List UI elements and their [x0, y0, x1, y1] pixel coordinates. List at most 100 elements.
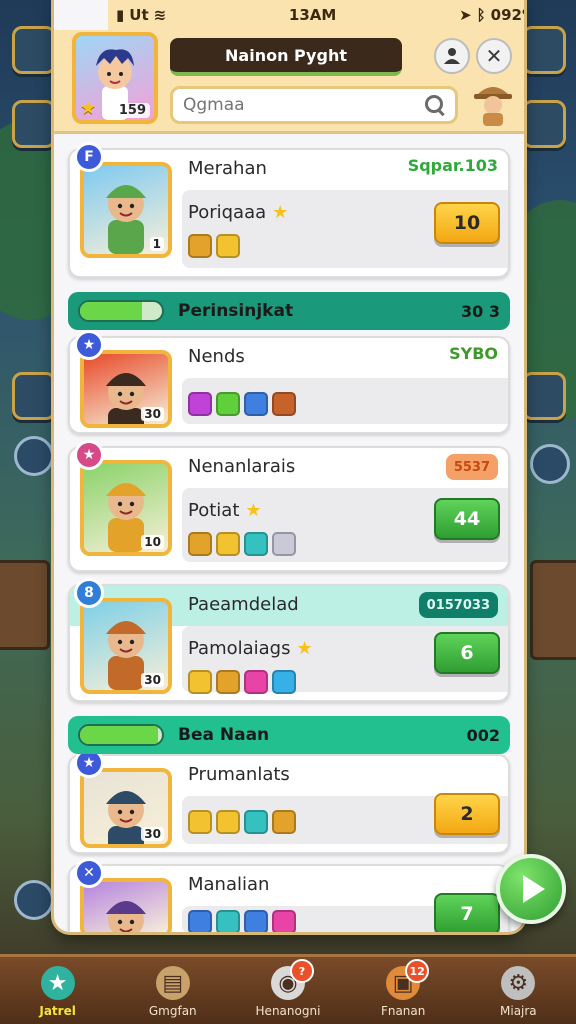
player-card[interactable]: 30 ★ Nends SYBO — [68, 330, 510, 434]
gem-item-icon — [216, 392, 240, 416]
player-subtitle: Pamolaiags ★ — [188, 638, 313, 659]
score-tag: Sqpar.103 — [407, 156, 498, 175]
character-level: 30 — [141, 827, 164, 841]
reward-button[interactable]: 44 — [434, 498, 500, 540]
player-name: Nends — [188, 346, 245, 367]
score-tag: SYBO — [449, 344, 498, 363]
gem-item-icon — [272, 532, 296, 556]
nav-item-gear[interactable]: ⚙ Miajra — [468, 957, 568, 1024]
nav-label: Fnanan — [380, 1004, 426, 1018]
star-icon: ★ — [40, 966, 75, 1000]
gem-item-icon — [272, 910, 296, 932]
nav-item-scroll[interactable]: ▤ Gmgfan — [123, 957, 223, 1024]
nav-label: Henanogni — [255, 1004, 321, 1018]
gem-item-icon — [188, 234, 212, 258]
player-subtitle: Poriqaaa ★ — [188, 202, 288, 223]
star-icon: ★ — [296, 638, 313, 659]
rank-badge: ✕ — [74, 858, 104, 888]
gem-item-icon — [216, 532, 240, 556]
gem-item-icon — [216, 910, 240, 932]
signal-icon: ▮ — [116, 6, 125, 24]
reward-button[interactable]: 2 — [434, 793, 500, 835]
rank-badge: F — [74, 142, 104, 172]
gem-item-icon — [272, 670, 296, 694]
character-level: 30 — [141, 673, 164, 687]
item-row — [188, 234, 240, 258]
character-level: 10 — [141, 535, 164, 549]
rank-badge: ★ — [74, 440, 104, 470]
reward-button[interactable]: 6 — [434, 632, 500, 674]
item-row — [188, 810, 296, 834]
nav-label: Gmgfan — [148, 1004, 197, 1018]
panel-header: ★ 159 Nainon Pyght ✕ — [54, 30, 524, 134]
bottom-nav: ★ Jatrel ▤ Gmgfan ◉ Henanogni? ▣ Fnanan 12 ⚙ Miajr… — [0, 954, 576, 1024]
gem-item-icon — [272, 810, 296, 834]
profile-avatar[interactable]: ★ 159 — [72, 32, 158, 124]
nav-label: Jatrel — [39, 1004, 76, 1018]
character-level: 1 — [149, 237, 164, 251]
wifi-icon: ≋ — [153, 6, 167, 24]
item-row — [188, 670, 296, 694]
battery-percent: 092% — [490, 6, 524, 24]
notification-badge: 12 — [405, 959, 430, 983]
character-portrait: 30 — [80, 768, 172, 848]
leaderboard-panel: ▮ Ut ≋ 13AM ➤ ᛒ 092% ★ 159 Nainon Pyght — [54, 0, 524, 932]
nav-item-chest[interactable]: ▣ Fnanan 12 — [353, 957, 453, 1024]
player-card[interactable]: 30 8 Paeamdelad Pamolaiags ★ 0157033 6 — [68, 578, 510, 702]
reward-button[interactable]: 7 — [434, 893, 500, 932]
character-portrait: 10 — [80, 460, 172, 556]
gear-icon: ⚙ — [501, 966, 536, 1000]
search-bar — [170, 86, 458, 124]
play-button[interactable] — [496, 854, 566, 924]
item-row — [188, 532, 296, 556]
gem-item-icon — [272, 392, 296, 416]
player-card[interactable]: ✕ Manalian 7 — [68, 858, 510, 932]
rank-badge: ★ — [74, 330, 104, 360]
score-tag: 0157033 — [418, 592, 498, 618]
section-progress-bar — [78, 300, 164, 322]
player-subtitle-text: Potiat — [188, 500, 240, 521]
section-progress-fill — [80, 302, 142, 320]
player-card[interactable]: 30 ★ Prumanlats 2 — [68, 748, 510, 854]
status-bar: ▮ Ut ≋ 13AM ➤ ᛒ 092% — [108, 0, 524, 30]
page-title: Nainon Pyght — [170, 38, 402, 76]
gem-item-icon — [244, 910, 268, 932]
rank-badge: 8 — [74, 578, 104, 608]
profile-star-icon: ★ — [80, 98, 97, 119]
gem-item-icon — [244, 810, 268, 834]
player-name: Prumanlats — [188, 764, 290, 785]
notification-badge: ? — [289, 959, 314, 983]
item-row — [188, 910, 296, 932]
section-header: Perinsinjkat 30 3 — [68, 292, 510, 330]
carrier-label: Ut — [129, 6, 149, 24]
score-tag: 5537 — [445, 454, 498, 480]
nav-label: Miajra — [500, 1004, 537, 1018]
star-icon: ★ — [272, 202, 289, 223]
gem-item-icon — [244, 392, 268, 416]
reward-button[interactable]: 10 — [434, 202, 500, 244]
player-subtitle-text: Pamolaiags — [188, 638, 291, 659]
player-subtitle: Potiat ★ — [188, 500, 262, 521]
gem-item-icon — [216, 234, 240, 258]
close-button[interactable]: ✕ — [476, 38, 512, 74]
gem-item-icon — [216, 670, 240, 694]
search-input[interactable] — [183, 95, 425, 115]
gem-item-icon — [188, 392, 212, 416]
profile-button[interactable] — [434, 38, 470, 74]
player-name: Merahan — [188, 158, 267, 179]
player-card[interactable]: 1 F Merahan Poriqaaa ★ Sqpar.103 10 — [68, 142, 510, 278]
section-title: Perinsinjkat — [178, 301, 294, 321]
search-icon[interactable] — [425, 95, 445, 115]
nav-item-star[interactable]: ★ Jatrel — [8, 957, 108, 1024]
nav-item-cannon[interactable]: ◉ Henanogni? — [238, 957, 338, 1024]
player-name: Manalian — [188, 874, 270, 895]
explorer-mascot-icon — [474, 87, 512, 126]
bluetooth-icon: ᛒ — [476, 6, 486, 24]
gem-item-icon — [244, 532, 268, 556]
character-portrait: 30 — [80, 598, 172, 694]
character-icon — [106, 901, 146, 932]
player-card[interactable]: 10 ★ Nenanlarais Potiat ★ 5537 44 — [68, 440, 510, 572]
star-icon: ★ — [245, 500, 262, 521]
close-icon: ✕ — [485, 44, 503, 68]
section-header: Bea Naan 002 — [68, 716, 510, 754]
